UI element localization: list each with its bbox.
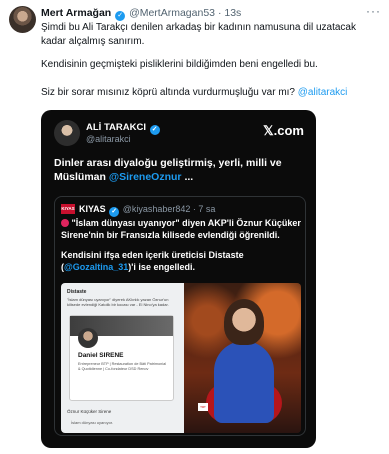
- embedded-author-name-text: ALİ TARAKCI: [86, 122, 146, 133]
- kiyas-logo: KIYAS: [61, 204, 75, 214]
- mention-link[interactable]: @alitarakci: [298, 87, 348, 98]
- quoted-text-2: Kendisini ifşa eden içerik üreticisi Dis…: [61, 249, 301, 273]
- embedded-image[interactable]: ALİ TARAKCI ✓ @alitarakci 𝕏.com Dinler a…: [41, 110, 316, 448]
- tweet-header: Mert Armağan ✓ @MertArmagan53 · 13s: [41, 7, 241, 21]
- profile-name: Daniel SIRENE: [78, 352, 124, 359]
- verified-badge-icon: ✓: [115, 11, 126, 21]
- author-avatar[interactable]: [9, 6, 36, 33]
- embedded-mention: @SireneOznur: [108, 171, 182, 183]
- woman-head: [224, 299, 264, 345]
- quoted-author-name: KIYAS: [79, 204, 106, 214]
- quoted-author: KIYAS ✓ @kiyashaber842 · 7 sa: [79, 204, 215, 217]
- tweet-text-p2: Kendisinin geçmişteki pisliklerini bildi…: [41, 59, 318, 70]
- quoted-media: Distaste "İslam dünyası uyanıyor" diyere…: [61, 283, 301, 433]
- tweet-text-p3-body: Siz bir sorar mısınız köprü altında vurd…: [41, 87, 295, 98]
- author-handle[interactable]: @MertArmagan53: [129, 7, 215, 19]
- reply-text: İslam dünyası uyanıyor.: [71, 420, 114, 425]
- quoted-text-1: "İslam dünyası uyanıyor" diyen AKP'li Öz…: [61, 217, 301, 241]
- x-logo-icon: 𝕏.com: [263, 123, 304, 138]
- embedded-text: Dinler arası diyaloğu geliştirmiş, yerli…: [54, 156, 304, 184]
- profile-description: Entrepreneur BTP | Restauration de Bâti …: [78, 362, 167, 371]
- embedded-verified-icon: ✓: [149, 125, 160, 135]
- screenshot-header: Distaste: [67, 289, 87, 295]
- tweet-text-p1: Şimdi bu Ali Tarakçı denilen arkadaş bir…: [41, 22, 356, 47]
- blue-dress: [214, 341, 274, 423]
- embedded-author-handle: @alitarakci: [86, 134, 131, 144]
- embedded-ellipsis: ...: [184, 171, 194, 183]
- quoted-mention: @Gozaltina_31: [64, 262, 129, 272]
- quoted-text-2-suffix: )'i ise engelledi.: [128, 262, 195, 272]
- profile-card: Daniel SIRENE Entrepreneur BTP | Restaur…: [69, 315, 174, 401]
- woman-photo: TRT: [184, 283, 301, 433]
- screenshot-left: Distaste "İslam dünyası uyanıyor" diyere…: [61, 283, 184, 433]
- tweet-text-p3: Siz bir sorar mısınız köprü altında vurd…: [41, 86, 381, 100]
- screenshot-caption: "İslam dünyası uyanıyor" diyerek AKlınlı…: [67, 297, 169, 307]
- mic-flag: TRT: [198, 403, 208, 411]
- quoted-text-1-body: "İslam dünyası uyanıyor" diyen AKP'li Öz…: [61, 218, 301, 240]
- more-options-icon[interactable]: ···: [366, 4, 381, 18]
- embedded-avatar: [54, 120, 80, 146]
- red-circle-icon: [61, 219, 69, 227]
- reply-name: Öznur Küçüker Sirene: [67, 409, 112, 414]
- profile-avatar: [78, 328, 98, 348]
- tweet-time[interactable]: · 13s: [218, 7, 241, 19]
- quoted-handle: @kiyashaber842 · 7 sa: [122, 204, 216, 214]
- quoted-verified-icon: ✓: [109, 207, 120, 217]
- quoted-tweet: KIYAS KIYAS ✓ @kiyashaber842 · 7 sa "İsl…: [54, 196, 306, 436]
- author-name[interactable]: Mert Armağan: [41, 7, 111, 19]
